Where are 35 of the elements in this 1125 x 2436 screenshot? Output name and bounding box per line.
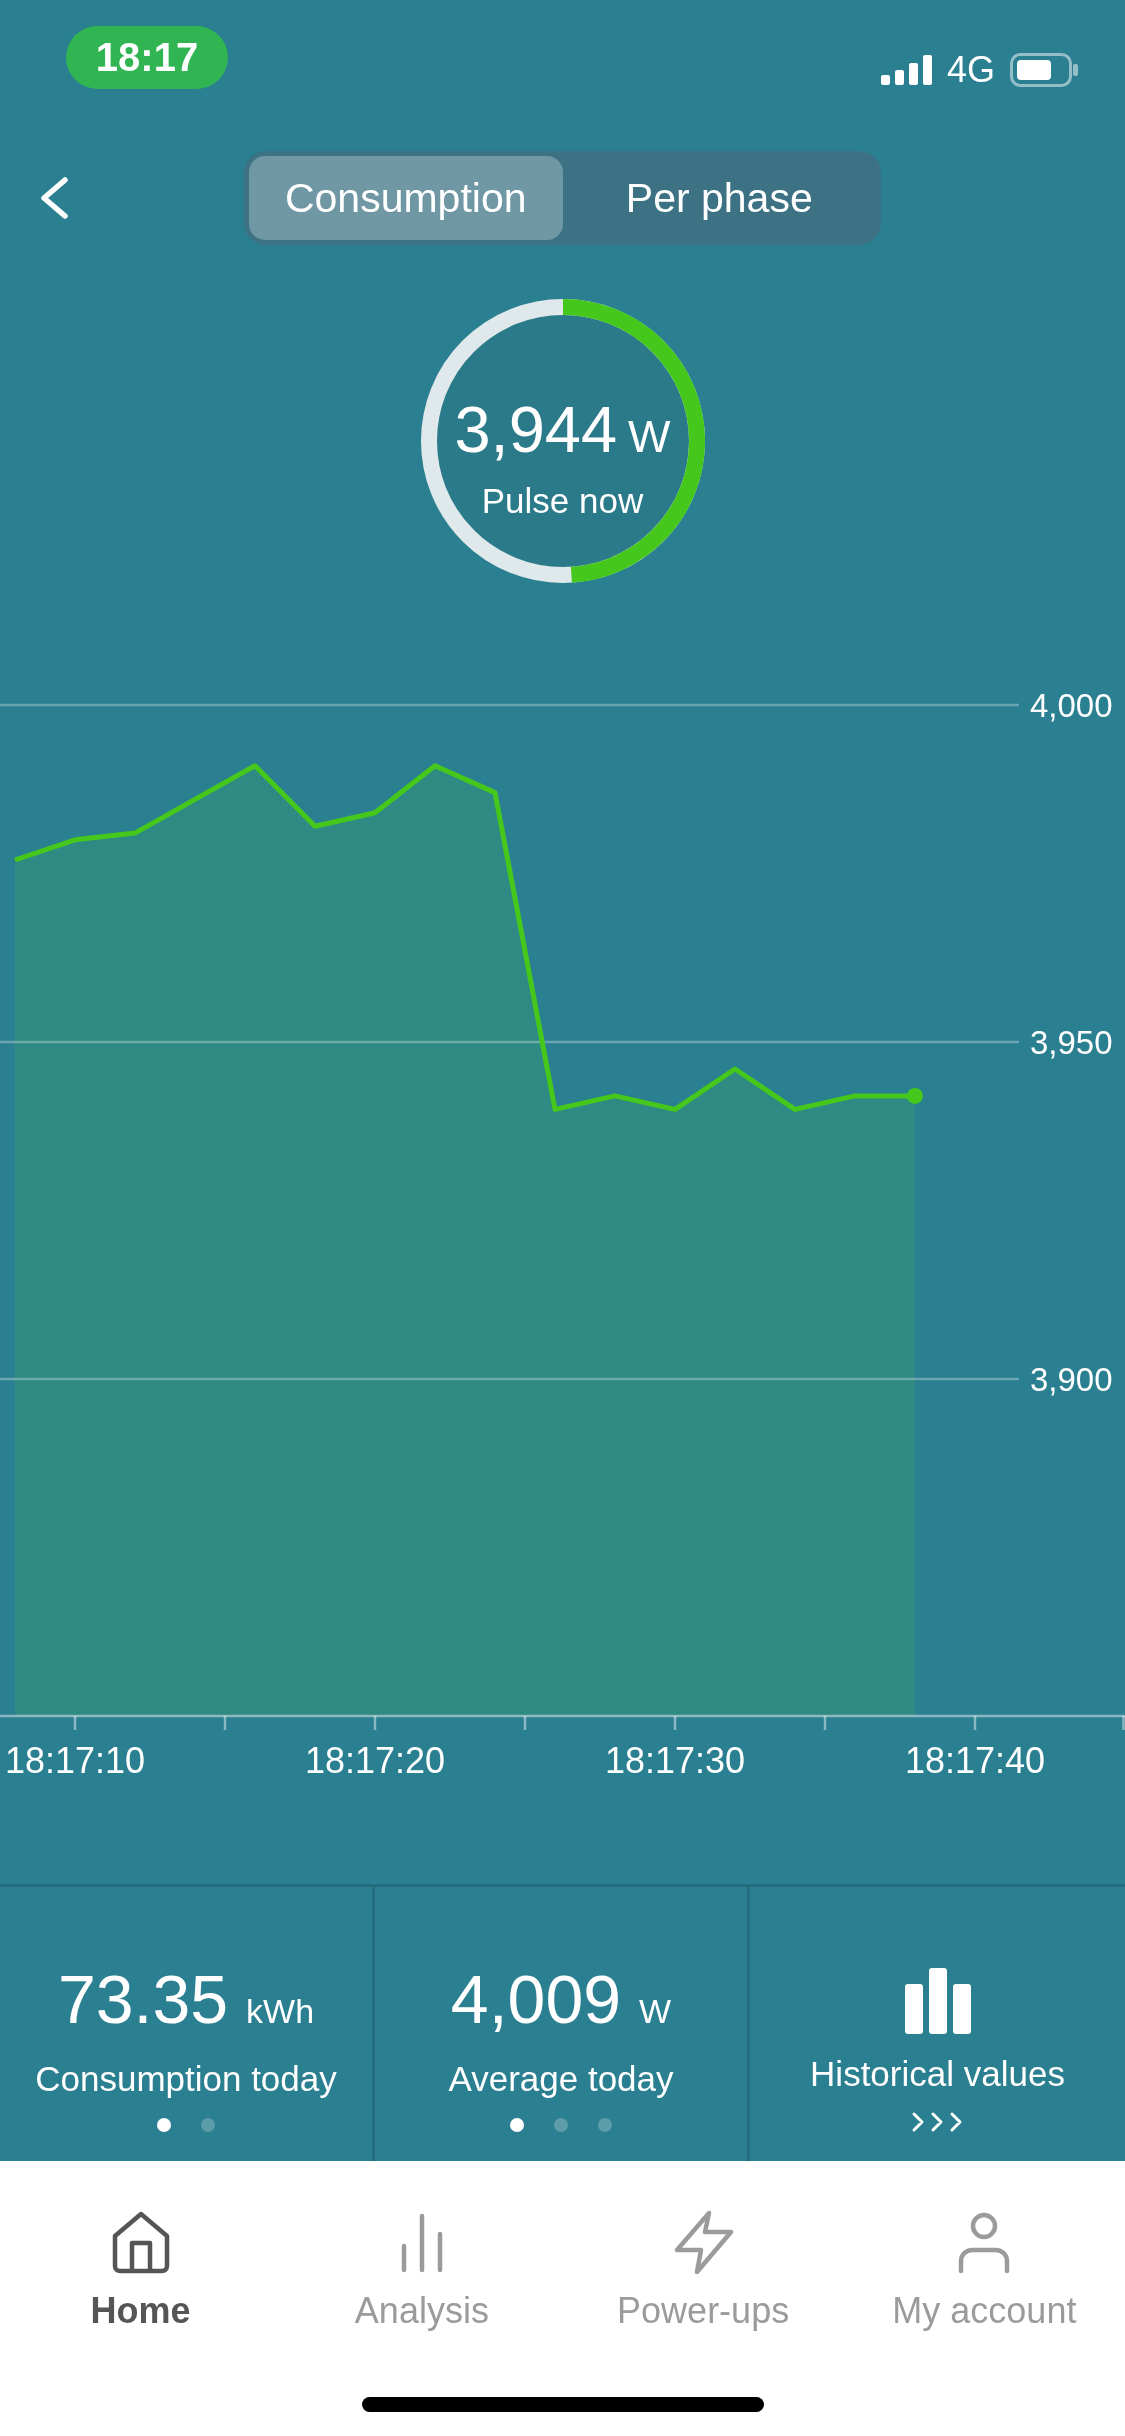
stat-value: 73.35	[57, 1965, 229, 2033]
page-dot-icon[interactable]	[554, 2118, 568, 2132]
y-axis-label: 3,900	[1030, 1361, 1113, 1398]
x-axis-label: 18:17:20	[304, 1740, 446, 1781]
historical-values-button[interactable]: Historical values	[750, 1887, 1125, 2161]
page-dot-icon[interactable]	[201, 2118, 215, 2132]
page-dot-icon[interactable]	[598, 2118, 612, 2132]
gauge-unit: W	[628, 414, 671, 459]
stat-value: 4,009	[450, 1965, 622, 2033]
back-icon	[39, 177, 69, 219]
network-label: 4G	[946, 52, 995, 88]
x-axis-label: 18:17:10	[4, 1740, 146, 1781]
stat-label: Consumption today	[35, 2059, 337, 2099]
signal-icon	[880, 55, 932, 85]
segment-tab[interactable]: Consumption	[249, 156, 563, 240]
x-axis-label: 18:17:30	[604, 1740, 746, 1781]
page-dot-icon[interactable]	[157, 2118, 171, 2132]
gauge-label: Pulse now	[481, 481, 644, 521]
status-time: 18:17	[66, 26, 228, 89]
y-axis-label: 3,950	[1030, 1024, 1113, 1061]
gauge-value: 3,944	[454, 397, 618, 462]
battery-icon	[1010, 53, 1078, 87]
bar-chart-icon	[904, 1968, 971, 2034]
stat-unit: kWh	[246, 1994, 315, 2028]
page-dot-icon[interactable]	[510, 2118, 524, 2132]
stat-unit: W	[639, 1994, 672, 2028]
endpoint-marker-icon	[907, 1087, 923, 1104]
x-axis-label: 18:17:40	[904, 1740, 1046, 1781]
tab-bar-item[interactable]: Power-ups	[613, 2210, 794, 2331]
tab-bar-item[interactable]: Home	[86, 2210, 195, 2331]
stat-label: Average today	[448, 2059, 674, 2099]
tab-bar-item[interactable]: Analysis	[350, 2210, 493, 2331]
y-axis-label: 4,000	[1030, 687, 1113, 724]
segment-tab[interactable]: Per phase	[562, 156, 876, 240]
tab-bar-item[interactable]: My account	[888, 2210, 1081, 2331]
